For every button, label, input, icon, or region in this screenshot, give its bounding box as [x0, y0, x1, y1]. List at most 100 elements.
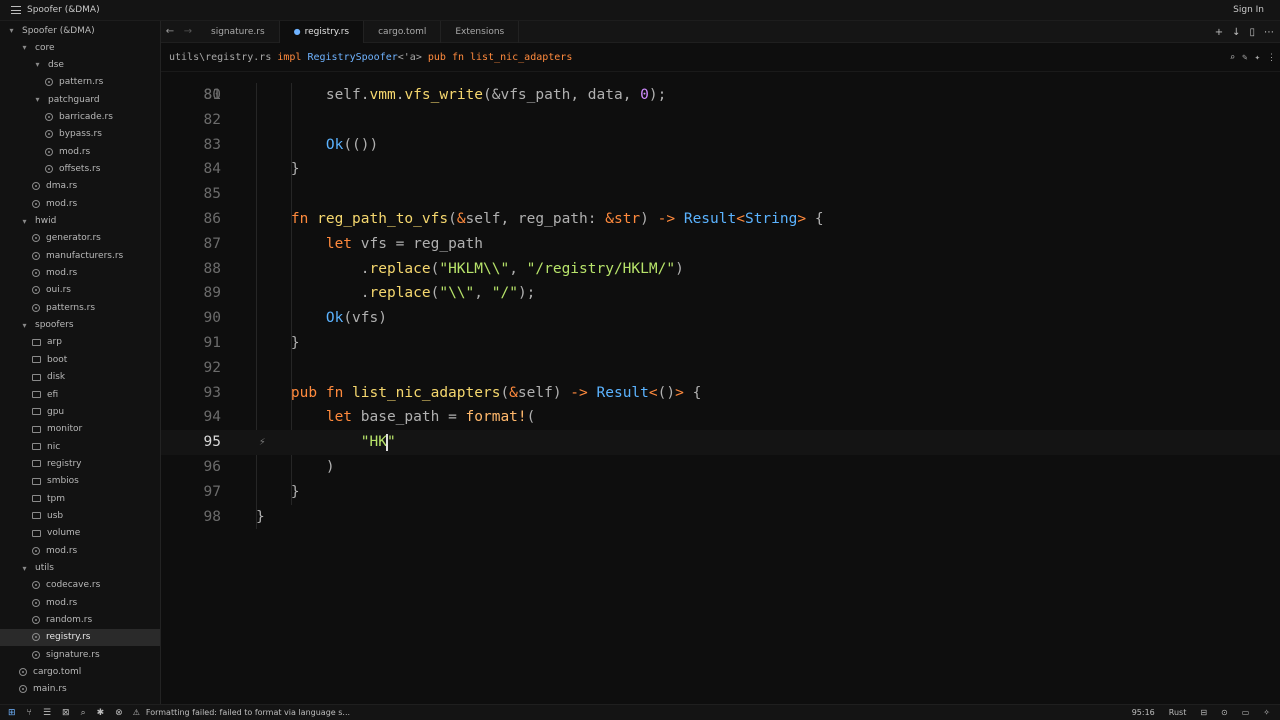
language-selector[interactable]: Rust — [1169, 708, 1187, 717]
collab-icon[interactable]: ⊠ — [62, 708, 70, 718]
tree-folder[interactable]: arp — [0, 334, 160, 351]
panel-icon[interactable]: ▯ — [1249, 27, 1255, 38]
tree-file[interactable]: manufacturers.rs — [0, 247, 160, 264]
sign-in-button[interactable]: Sign In — [1233, 5, 1264, 15]
back-arrow-icon[interactable]: ← — [161, 26, 179, 37]
tree-item-label: spoofers — [35, 320, 74, 331]
tree-folder[interactable]: nic — [0, 438, 160, 455]
breadcrumb-impl-type[interactable]: RegistrySpoofer — [307, 52, 397, 63]
more-icon[interactable]: ⋯ — [1264, 27, 1274, 38]
tree-file[interactable]: mod.rs — [0, 195, 160, 212]
tree-file[interactable]: offsets.rs — [0, 160, 160, 177]
search-icon[interactable]: ⌕ — [1230, 53, 1235, 63]
tab[interactable]: signature.rs — [197, 20, 280, 43]
terminal-icon[interactable]: ▭ — [1242, 708, 1250, 717]
sparkle-icon[interactable]: ✦ — [1255, 53, 1260, 63]
hamburger-menu-icon[interactable] — [11, 6, 21, 14]
tree-folder[interactable]: ▾ core — [0, 39, 160, 56]
menu-dots-icon[interactable]: ⋮ — [1267, 53, 1276, 63]
code-line[interactable]: 98} — [161, 505, 1280, 530]
tree-file[interactable]: pattern.rs — [0, 74, 160, 91]
tree-folder[interactable]: ▾ hwid — [0, 213, 160, 230]
diagnostics-icon[interactable]: ⊗ — [115, 708, 123, 718]
search-icon[interactable]: ⌕ — [81, 708, 86, 718]
code-text: self.vmm.vfs_write(&vfs_path, data, 0); — [256, 83, 667, 108]
tree-file[interactable]: dma.rs — [0, 178, 160, 195]
project-panel-icon[interactable]: ⊞ — [8, 708, 16, 718]
tree-file[interactable]: barricade.rs — [0, 108, 160, 125]
tree-file[interactable]: generator.rs — [0, 230, 160, 247]
code-line[interactable]: 93 pub fn list_nic_adapters(&self) -> Re… — [161, 381, 1280, 406]
tree-file[interactable]: registry.rs — [0, 628, 160, 646]
tree-folder[interactable]: tpm — [0, 490, 160, 507]
tree-file[interactable]: mod.rs — [0, 265, 160, 282]
outline-icon[interactable]: ☰ — [43, 708, 51, 718]
line-number: 96 — [203, 459, 221, 475]
code-token: ) — [675, 260, 684, 277]
tree-folder[interactable]: disk — [0, 369, 160, 386]
tree-folder[interactable]: ▾ spoofers — [0, 317, 160, 334]
tree-file[interactable]: signature.rs — [0, 646, 160, 663]
code-editor[interactable]: 80 81 self.vmm.vfs_write(&vfs_path, data… — [161, 73, 1280, 704]
format-icon[interactable]: ⊟ — [1200, 708, 1207, 717]
code-line[interactable]: 96 ) — [161, 455, 1280, 480]
git-icon[interactable]: ⑂ — [27, 708, 32, 718]
tab[interactable]: cargo.toml — [364, 20, 442, 43]
code-line[interactable]: 82 — [161, 108, 1280, 133]
split-icon[interactable]: ↓ — [1232, 27, 1240, 38]
code-line[interactable]: 81 self.vmm.vfs_write(&vfs_path, data, 0… — [161, 83, 1280, 108]
breadcrumb-fn-name[interactable]: list_nic_adapters — [470, 52, 572, 63]
code-token: replace — [369, 260, 431, 277]
plus-icon[interactable]: + — [1215, 27, 1223, 38]
project-root[interactable]: ▾ Spoofer (&DMA) — [0, 22, 160, 39]
code-line[interactable]: 88 .replace("HKLM\\", "/registry/HKLM/") — [161, 257, 1280, 282]
cursor-position[interactable]: 95:16 — [1132, 708, 1155, 717]
tree-file[interactable]: mod.rs — [0, 143, 160, 160]
code-line[interactable]: 94 let base_path = format!( — [161, 405, 1280, 430]
code-line[interactable]: 92 — [161, 356, 1280, 381]
tree-folder[interactable]: ▾ dse — [0, 56, 160, 73]
tree-folder[interactable]: volume — [0, 525, 160, 542]
tree-folder[interactable]: boot — [0, 351, 160, 368]
assistant-icon[interactable]: ⊙ — [1221, 708, 1228, 717]
tree-file[interactable]: mod.rs — [0, 542, 160, 559]
file-icon — [45, 130, 53, 139]
code-line[interactable]: 87 let vfs = reg_path — [161, 232, 1280, 257]
tree-folder[interactable]: smbios — [0, 473, 160, 490]
code-line[interactable]: 97 } — [161, 480, 1280, 505]
tab[interactable]: ● registry.rs — [279, 20, 365, 43]
code-line[interactable]: 86 fn reg_path_to_vfs(&self, reg_path: &… — [161, 207, 1280, 232]
tree-folder[interactable]: registry — [0, 455, 160, 472]
code-line-current[interactable]: 95 ⚡ "HK" — [161, 430, 1280, 455]
tree-file[interactable]: codecave.rs — [0, 577, 160, 594]
line-number: 91 — [203, 335, 221, 351]
code-line[interactable]: 90 Ok(vfs) — [161, 306, 1280, 331]
tab[interactable]: Extensions — [441, 20, 520, 43]
tree-file[interactable]: mod.rs — [0, 594, 160, 611]
status-message[interactable]: Formatting failed: failed to format via … — [146, 708, 350, 717]
magic-wand-icon[interactable]: ✎ — [1242, 53, 1247, 63]
tree-folder[interactable]: gpu — [0, 403, 160, 420]
forward-arrow-icon[interactable]: → — [179, 26, 197, 37]
tree-file[interactable]: bypass.rs — [0, 126, 160, 143]
tree-folder[interactable]: efi — [0, 386, 160, 403]
tree-folder[interactable]: ▾ utils — [0, 560, 160, 577]
tree-file[interactable]: patterns.rs — [0, 299, 160, 316]
tree-folder[interactable]: ▾ patchguard — [0, 91, 160, 108]
code-line[interactable]: 91 } — [161, 331, 1280, 356]
code-line[interactable]: 89 .replace("\\", "/"); — [161, 281, 1280, 306]
ai-icon[interactable]: ✧ — [1263, 708, 1270, 717]
code-token: " — [386, 434, 396, 451]
code-line[interactable]: 85 — [161, 182, 1280, 207]
tree-file[interactable]: oui.rs — [0, 282, 160, 299]
code-line[interactable]: 83 Ok(()) — [161, 133, 1280, 158]
code-line[interactable]: 84 } — [161, 157, 1280, 182]
tree-file[interactable]: main.rs — [0, 681, 160, 698]
tree-folder[interactable]: monitor — [0, 421, 160, 438]
tree-file[interactable]: cargo.toml — [0, 664, 160, 681]
bug-icon[interactable]: ✱ — [97, 708, 105, 718]
tree-folder[interactable]: usb — [0, 507, 160, 524]
tree-file[interactable]: random.rs — [0, 612, 160, 629]
breadcrumb-path[interactable]: utils\registry.rs — [169, 52, 271, 63]
